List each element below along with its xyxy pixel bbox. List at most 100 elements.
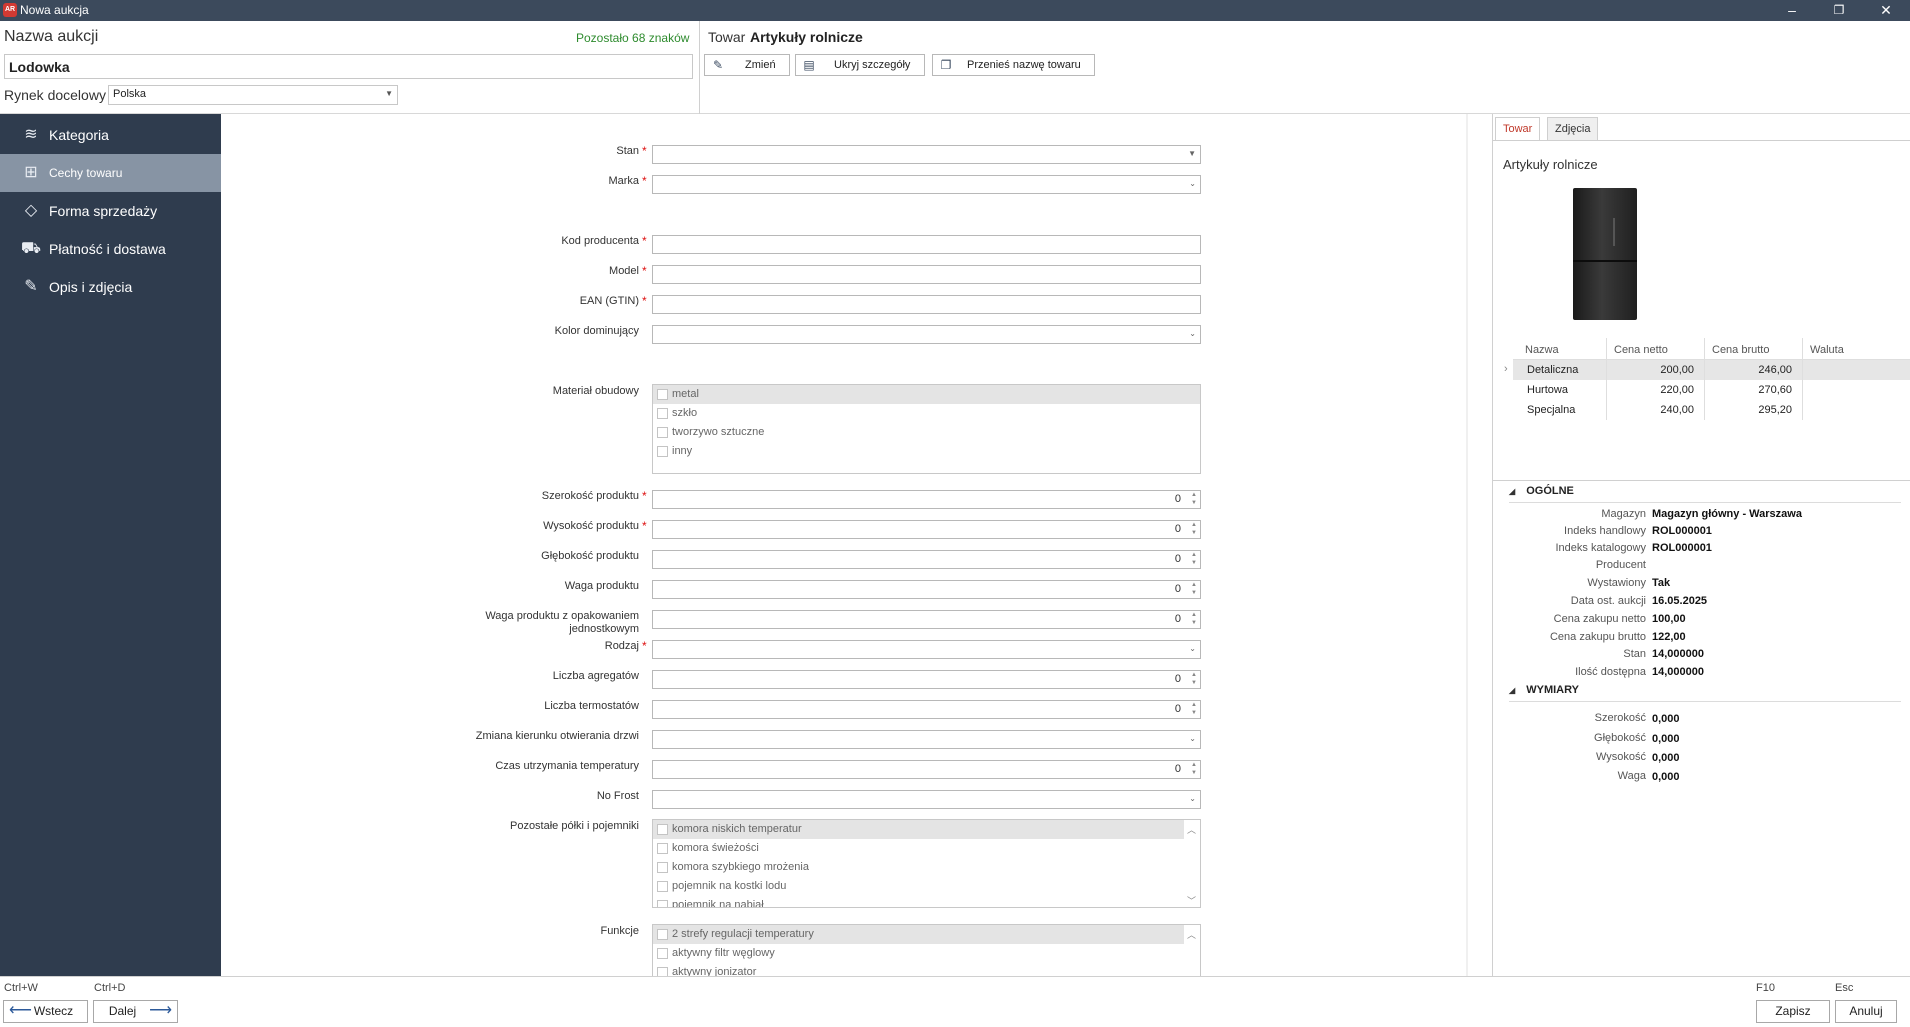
list-item[interactable]: komora świeżości xyxy=(653,839,1200,858)
dimensions-section-header[interactable]: ◢ WYMIARY xyxy=(1509,684,1579,696)
checkbox[interactable] xyxy=(657,929,668,940)
market-label: Rynek docelowy xyxy=(4,87,106,103)
kv-label: Wystawiony xyxy=(1587,577,1646,589)
checkbox[interactable] xyxy=(657,967,668,976)
checkbox[interactable] xyxy=(657,408,668,419)
spinner-icon[interactable]: ▲ ▼ xyxy=(1191,611,1197,627)
rodzaj-select[interactable]: ⌄ xyxy=(652,640,1201,659)
spinner-icon[interactable]: ▲ ▼ xyxy=(1191,671,1197,687)
ean-input[interactable] xyxy=(652,295,1201,314)
list-item[interactable]: aktywny filtr węglowy xyxy=(653,944,1200,963)
list-item[interactable]: komora niskich temperatur xyxy=(653,820,1184,839)
agregaty-input[interactable]: 0 ▲ ▼ xyxy=(652,670,1201,689)
copy-icon: ❐ xyxy=(940,58,952,72)
checkbox[interactable] xyxy=(657,948,668,959)
general-section-header[interactable]: ◢ OGÓLNE xyxy=(1509,485,1574,497)
spinner-icon[interactable]: ▲ ▼ xyxy=(1191,521,1197,537)
auction-name-input[interactable]: Lodowka xyxy=(4,54,693,79)
back-button[interactable]: ⟵ Wstecz xyxy=(3,1000,88,1023)
chevron-down-icon: ⌄ xyxy=(1189,794,1196,803)
required-marker: * xyxy=(642,234,647,248)
list-item[interactable]: inny xyxy=(653,442,1200,461)
required-marker: * xyxy=(642,639,647,653)
table-row[interactable]: Specjalna 240,00 295,20 xyxy=(1513,400,1910,420)
sidebar-item-cechy-towaru[interactable]: ⊞ Cechy towaru xyxy=(0,154,221,192)
chevron-down-icon: ⌄ xyxy=(1189,179,1196,188)
list-item[interactable]: metal xyxy=(653,385,1200,404)
kolor-select[interactable]: ⌄ xyxy=(652,325,1201,344)
polki-label: Pozostałe półki i pojemniki xyxy=(509,820,639,832)
szerokosc-input[interactable]: 0 ▲ ▼ xyxy=(652,490,1201,509)
scroll-up-icon[interactable]: ︿ xyxy=(1187,823,1196,836)
checkbox[interactable] xyxy=(657,446,668,457)
tab-zdjecia[interactable]: Zdjęcia xyxy=(1547,117,1599,141)
move-name-button[interactable]: ❐ Przenieś nazwę towaru xyxy=(932,54,1095,76)
czas-input[interactable]: 0 ▲ ▼ xyxy=(652,760,1201,779)
spinner-icon[interactable]: ▲ ▼ xyxy=(1191,701,1197,717)
no-frost-select[interactable]: ⌄ xyxy=(652,790,1201,809)
checkbox[interactable] xyxy=(657,862,668,873)
move-name-label: Przenieś nazwę towaru xyxy=(967,59,1081,71)
product-features-form: Stan * ▼ Marka * ⌄ Kod producenta * Mode… xyxy=(221,114,1468,976)
dimensions-title: WYMIARY xyxy=(1526,684,1579,696)
scroll-down-icon[interactable]: ﹀ xyxy=(1187,894,1196,907)
minimize-icon[interactable]: – xyxy=(1772,0,1812,21)
cancel-button[interactable]: Anuluj xyxy=(1835,1000,1897,1023)
change-button[interactable]: ✎ Zmień xyxy=(704,54,790,76)
back-button-label: Wstecz xyxy=(33,1004,74,1018)
waga-input[interactable]: 0 ▲ ▼ xyxy=(652,580,1201,599)
sidebar-item-kategoria[interactable]: ≋ Kategoria xyxy=(0,116,221,154)
tab-towar[interactable]: Towar xyxy=(1495,117,1541,141)
list-item[interactable]: tworzywo sztuczne xyxy=(653,423,1200,442)
sidebar-item-opis-zdjecia[interactable]: ✎ Opis i zdjęcia xyxy=(0,268,221,306)
required-marker: * xyxy=(642,264,647,278)
scroll-up-icon[interactable]: ︿ xyxy=(1187,928,1196,941)
sidebar-item-label: Kategoria xyxy=(49,127,109,143)
material-label: Materiał obudowy xyxy=(552,385,639,397)
checkbox[interactable] xyxy=(657,881,668,892)
save-shortcut: F10 xyxy=(1756,982,1775,994)
spinner-icon[interactable]: ▲ ▼ xyxy=(1191,761,1197,777)
checkbox[interactable] xyxy=(657,843,668,854)
waga-opakowanie-input[interactable]: 0 ▲ ▼ xyxy=(652,610,1201,629)
stan-select[interactable]: ▼ xyxy=(652,145,1201,164)
hide-details-button[interactable]: ▤ Ukryj szczegóły xyxy=(795,54,925,76)
required-marker: * xyxy=(642,519,647,533)
list-item[interactable]: aktywny jonizator xyxy=(653,963,1200,976)
table-row[interactable]: › Detaliczna 200,00 246,00 xyxy=(1504,360,1910,380)
list-item[interactable]: 2 strefy regulacji temperatury xyxy=(653,925,1184,944)
checkbox[interactable] xyxy=(657,427,668,438)
wysokosc-input[interactable]: 0 ▲ ▼ xyxy=(652,520,1201,539)
sidebar-item-forma-sprzedazy[interactable]: ◇ Forma sprzedaży xyxy=(0,192,221,230)
form-scrollbar-track[interactable] xyxy=(1466,114,1468,976)
kv-value: ROL000001 xyxy=(1652,542,1712,554)
list-item[interactable]: szkło xyxy=(653,404,1200,423)
pencil-icon: ✎ xyxy=(712,58,724,72)
market-select[interactable]: Polska ▼ xyxy=(108,85,398,105)
sidebar-item-platnosc-dostawa[interactable]: ⛟ Płatność i dostawa xyxy=(0,230,221,268)
waga-opakowanie-label-1: Waga produktu z opakowaniem xyxy=(485,610,639,622)
list-item[interactable]: pojemnik na kostki lodu xyxy=(653,877,1200,896)
marka-select[interactable]: ⌄ xyxy=(652,175,1201,194)
next-button[interactable]: Dalej ⟶ xyxy=(93,1000,178,1023)
spinner-icon[interactable]: ▲ ▼ xyxy=(1191,581,1197,597)
save-button[interactable]: Zapisz xyxy=(1756,1000,1830,1023)
termostaty-input[interactable]: 0 ▲ ▼ xyxy=(652,700,1201,719)
waga-opakowanie-label-2: jednostkowym xyxy=(569,623,639,635)
model-input[interactable] xyxy=(652,265,1201,284)
spinner-icon[interactable]: ▲ ▼ xyxy=(1191,551,1197,567)
checkbox[interactable] xyxy=(657,824,668,835)
checkbox[interactable] xyxy=(657,900,668,907)
close-icon[interactable]: ✕ xyxy=(1866,0,1906,21)
table-row[interactable]: Hurtowa 220,00 270,60 xyxy=(1513,380,1910,400)
spinner-icon[interactable]: ▲ ▼ xyxy=(1191,491,1197,507)
kv-value: 0,000 xyxy=(1652,713,1680,725)
kod-producenta-input[interactable] xyxy=(652,235,1201,254)
zmiana-kierunku-select[interactable]: ⌄ xyxy=(652,730,1201,749)
restore-icon[interactable]: ❐ xyxy=(1819,0,1859,21)
list-item[interactable]: pojemnik na nabiał xyxy=(653,896,1200,907)
required-marker: * xyxy=(642,144,647,158)
glebokosc-input[interactable]: 0 ▲ ▼ xyxy=(652,550,1201,569)
checkbox[interactable] xyxy=(657,389,668,400)
list-item[interactable]: komora szybkiego mrożenia xyxy=(653,858,1200,877)
